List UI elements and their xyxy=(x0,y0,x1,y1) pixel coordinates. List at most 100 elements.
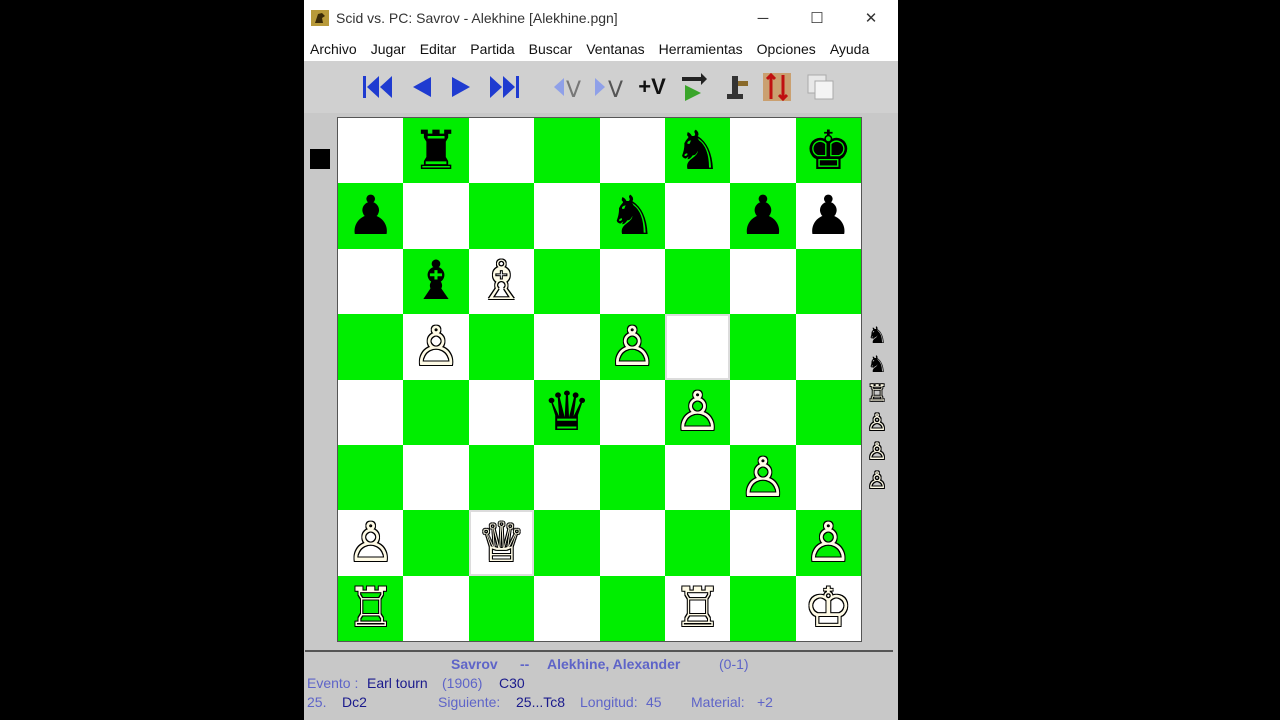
square-g3[interactable]: ♙ xyxy=(730,444,796,511)
square-c1[interactable] xyxy=(468,575,535,641)
menu-jugar[interactable]: Jugar xyxy=(365,41,414,57)
square-h1[interactable]: ♔ xyxy=(795,575,861,641)
menu-herramientas[interactable]: Herramientas xyxy=(653,41,751,57)
piece-d4[interactable]: ♛ xyxy=(543,385,591,439)
square-h3[interactable] xyxy=(795,444,861,511)
piece-a1[interactable]: ♖ xyxy=(346,581,394,635)
square-d1[interactable] xyxy=(534,575,600,641)
square-a6[interactable] xyxy=(338,248,404,315)
square-c4[interactable] xyxy=(468,379,535,445)
square-h8[interactable]: ♚ xyxy=(795,118,861,184)
square-f7[interactable] xyxy=(664,183,731,249)
square-a7[interactable]: ♟ xyxy=(338,183,404,249)
square-b1[interactable] xyxy=(403,575,469,641)
piece-b8[interactable]: ♜ xyxy=(412,123,460,178)
goto-start-button[interactable] xyxy=(360,71,396,103)
square-f4[interactable]: ♙ xyxy=(664,379,731,445)
piece-h7[interactable]: ♟ xyxy=(804,189,852,243)
close-button[interactable]: ✕ xyxy=(844,0,898,36)
black-player[interactable]: Alekhine, Alexander xyxy=(547,656,680,672)
square-e6[interactable] xyxy=(599,248,665,315)
square-e1[interactable] xyxy=(599,575,665,641)
square-h7[interactable]: ♟ xyxy=(795,183,861,249)
event-name[interactable]: Earl tourn xyxy=(367,675,428,691)
back-button[interactable] xyxy=(404,71,438,103)
square-h6[interactable] xyxy=(795,248,861,315)
square-g4[interactable] xyxy=(730,379,796,445)
square-g8[interactable] xyxy=(730,118,796,184)
square-f2[interactable] xyxy=(664,510,731,576)
autoplay-button[interactable] xyxy=(678,71,710,103)
square-c6[interactable]: ♗ xyxy=(468,248,535,315)
square-d2[interactable] xyxy=(534,510,600,576)
square-c5[interactable] xyxy=(468,314,535,380)
square-b8[interactable]: ♜ xyxy=(403,118,469,184)
engine-button[interactable] xyxy=(722,71,754,103)
square-g7[interactable]: ♟ xyxy=(730,183,796,249)
piece-a7[interactable]: ♟ xyxy=(346,189,394,243)
square-a2[interactable]: ♙ xyxy=(338,510,404,576)
square-f3[interactable] xyxy=(664,444,731,511)
eco-code[interactable]: C30 xyxy=(499,675,525,691)
square-b3[interactable] xyxy=(403,444,469,511)
square-e3[interactable] xyxy=(599,444,665,511)
square-a3[interactable] xyxy=(338,444,404,511)
piece-f1[interactable]: ♖ xyxy=(673,581,721,635)
square-f6[interactable] xyxy=(664,248,731,315)
square-f5[interactable] xyxy=(664,314,731,380)
square-c2[interactable]: ♕ xyxy=(468,510,535,576)
square-f1[interactable]: ♖ xyxy=(664,575,731,641)
menu-opciones[interactable]: Opciones xyxy=(751,41,824,57)
square-e4[interactable] xyxy=(599,379,665,445)
add-variation-button[interactable]: +V xyxy=(634,71,670,103)
piece-g7[interactable]: ♟ xyxy=(739,189,787,243)
chess-board[interactable]: ♜ ♞ ♚ ♟ ♞ ♟ ♟ ♝ ♗ ♙ ♙ ♛ ♙ ♙ ♙ ♕ ♙ ♖ ♖ ♔ xyxy=(337,117,862,642)
menu-editar[interactable]: Editar xyxy=(414,41,465,57)
square-f8[interactable]: ♞ xyxy=(664,118,731,184)
square-g2[interactable] xyxy=(730,510,796,576)
square-d8[interactable] xyxy=(534,118,600,184)
square-h2[interactable]: ♙ xyxy=(795,510,861,576)
copy-button[interactable] xyxy=(804,71,838,103)
square-d6[interactable] xyxy=(534,248,600,315)
flip-board-button[interactable] xyxy=(760,71,794,103)
piece-b5[interactable]: ♙ xyxy=(412,319,460,374)
square-d7[interactable] xyxy=(534,183,600,249)
piece-h2[interactable]: ♙ xyxy=(804,515,852,570)
square-d5[interactable] xyxy=(534,314,600,380)
enter-variation-button[interactable]: V xyxy=(592,71,628,103)
piece-f4[interactable]: ♙ xyxy=(673,385,721,439)
square-a8[interactable] xyxy=(338,118,404,184)
menu-archivo[interactable]: Archivo xyxy=(304,41,365,57)
square-e7[interactable]: ♞ xyxy=(599,183,665,249)
piece-b6[interactable]: ♝ xyxy=(412,254,460,308)
piece-g3[interactable]: ♙ xyxy=(739,450,787,505)
square-b5[interactable]: ♙ xyxy=(403,314,469,380)
piece-c6[interactable]: ♗ xyxy=(477,254,525,308)
piece-h8[interactable]: ♚ xyxy=(804,123,852,178)
piece-h1[interactable]: ♔ xyxy=(804,581,852,635)
piece-c2[interactable]: ♕ xyxy=(477,515,525,570)
title-bar[interactable]: Scid vs. PC: Savrov - Alekhine [Alekhine… xyxy=(304,0,898,36)
square-b6[interactable]: ♝ xyxy=(403,248,469,315)
square-c3[interactable] xyxy=(468,444,535,511)
square-d3[interactable] xyxy=(534,444,600,511)
square-b4[interactable] xyxy=(403,379,469,445)
square-c7[interactable] xyxy=(468,183,535,249)
exit-variation-button[interactable]: V xyxy=(550,71,586,103)
square-g5[interactable] xyxy=(730,314,796,380)
square-b2[interactable] xyxy=(403,510,469,576)
square-a4[interactable] xyxy=(338,379,404,445)
square-d4[interactable]: ♛ xyxy=(534,379,600,445)
square-e5[interactable]: ♙ xyxy=(599,314,665,380)
square-c8[interactable] xyxy=(468,118,535,184)
piece-a2[interactable]: ♙ xyxy=(346,515,394,570)
goto-end-button[interactable] xyxy=(486,71,522,103)
menu-ventanas[interactable]: Ventanas xyxy=(580,41,652,57)
next-move[interactable]: 25...Tc8 xyxy=(516,694,565,710)
square-a1[interactable]: ♖ xyxy=(338,575,404,641)
white-player[interactable]: Savrov xyxy=(451,656,498,672)
piece-f8[interactable]: ♞ xyxy=(673,123,721,178)
maximize-button[interactable]: ☐ xyxy=(790,0,844,36)
square-g1[interactable] xyxy=(730,575,796,641)
